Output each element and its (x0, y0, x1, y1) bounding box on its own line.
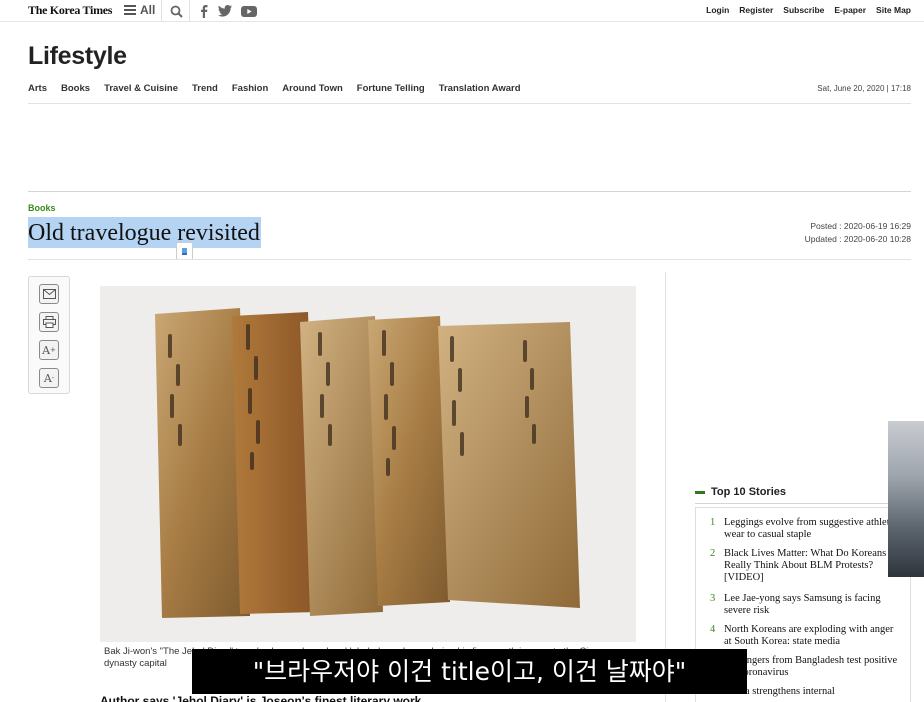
sitemap-link[interactable]: Site Map (876, 5, 911, 15)
divider (28, 259, 911, 260)
search-icon[interactable] (168, 3, 184, 19)
webcam-overlay (888, 421, 924, 577)
story-item[interactable]: 2 Black Lives Matter: What Do Koreans Re… (710, 548, 900, 584)
story-rank: 3 (710, 593, 716, 604)
top-stories-label: Top 10 Stories (711, 486, 786, 498)
site-logo[interactable]: The Korea Times (28, 3, 112, 18)
article-dates: Posted : 2020-06-19 16:29 Updated : 2020… (805, 220, 911, 246)
posted-date: Posted : 2020-06-19 16:29 (810, 221, 911, 231)
nav-item-fortune-telling[interactable]: Fortune Telling (357, 83, 425, 94)
article-tools: A + A- (28, 276, 70, 394)
story-rank: 2 (710, 548, 716, 559)
nav-item-books[interactable]: Books (61, 83, 90, 94)
divider (161, 0, 162, 22)
story-rank: 4 (710, 624, 716, 635)
story-title[interactable]: Lee Jae-yong says Samsung is facing seve… (710, 593, 900, 617)
facebook-icon[interactable] (196, 3, 212, 19)
hamburger-icon (124, 5, 136, 15)
green-bar-icon (695, 490, 705, 494)
twitter-icon[interactable] (217, 3, 233, 19)
current-date: Sat, June 20, 2020 | 17:18 (817, 84, 911, 93)
print-icon[interactable] (39, 312, 59, 332)
story-title[interactable]: North Koreans are exploding with anger a… (710, 624, 900, 648)
divider (28, 191, 911, 192)
nav-item-fashion[interactable]: Fashion (232, 83, 268, 94)
text-drag-icon (176, 242, 193, 260)
top-bar: The Korea Times All Login Register Subsc… (0, 0, 924, 22)
video-subtitle: "브라우저야 이건 title이고, 이건 날짜야" (192, 649, 747, 694)
account-links: Login Register Subscribe E-paper Site Ma… (706, 5, 911, 15)
section-title[interactable]: Lifestyle (28, 42, 127, 71)
divider (189, 0, 190, 22)
font-increase-icon[interactable]: A + (39, 340, 59, 360)
email-icon[interactable] (39, 284, 59, 304)
subscribe-link[interactable]: Subscribe (783, 5, 824, 15)
nav-item-translation-award[interactable]: Translation Award (439, 83, 521, 94)
nav-item-travel-cuisine[interactable]: Travel & Cuisine (104, 83, 178, 94)
story-item[interactable]: 4 North Koreans are exploding with anger… (710, 624, 900, 648)
story-rank: 1 (710, 517, 716, 528)
article-category[interactable]: Books (28, 203, 56, 213)
story-title[interactable]: Black Lives Matter: What Do Koreans Real… (710, 548, 900, 584)
nav-item-trend[interactable]: Trend (192, 83, 218, 94)
story-item[interactable]: 1 Leggings evolve from suggestive athlet… (710, 517, 900, 541)
nav-item-around-town[interactable]: Around Town (282, 83, 343, 94)
article-subhead: Author says 'Jehol Diary' is Joseon's fi… (100, 694, 422, 702)
top-stories-title: Top 10 Stories (695, 486, 786, 498)
divider (695, 503, 911, 504)
nav-item-arts[interactable]: Arts (28, 83, 47, 94)
font-decrease-icon[interactable]: A- (39, 368, 59, 388)
section-nav: Arts Books Travel & Cuisine Trend Fashio… (28, 83, 521, 94)
all-menu-label: All (140, 3, 156, 17)
divider (28, 103, 911, 104)
divider (665, 272, 666, 702)
all-menu-button[interactable]: All (124, 3, 155, 17)
epaper-link[interactable]: E-paper (834, 5, 866, 15)
article-photo (100, 286, 636, 642)
login-link[interactable]: Login (706, 5, 729, 15)
story-item[interactable]: 3 Lee Jae-yong says Samsung is facing se… (710, 593, 900, 617)
updated-date: Updated : 2020-06-20 10:28 (804, 234, 911, 244)
story-title[interactable]: Leggings evolve from suggestive athletic… (710, 517, 900, 541)
article-headline[interactable]: Old travelogue revisited (28, 217, 261, 248)
register-link[interactable]: Register (739, 5, 773, 15)
youtube-icon[interactable] (241, 3, 257, 19)
